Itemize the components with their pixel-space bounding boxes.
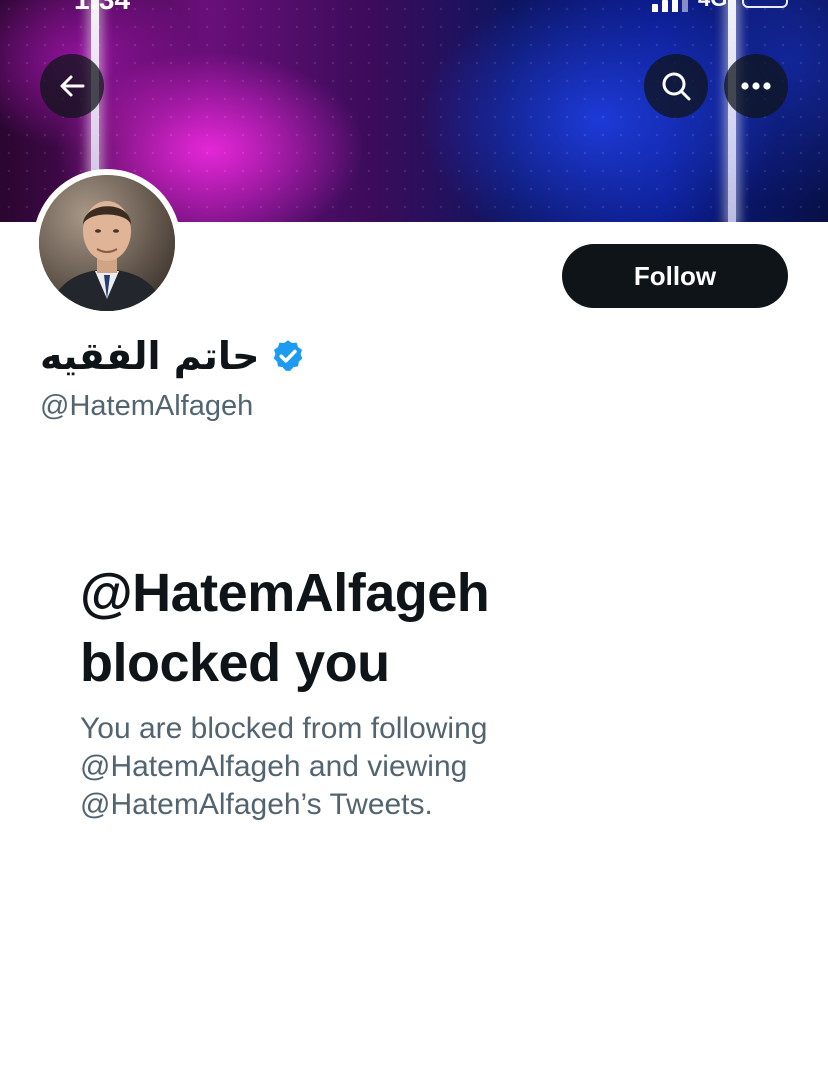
blocked-description-line-2: @HatemAlfageh and viewing: [80, 750, 468, 783]
follow-button[interactable]: Follow: [562, 244, 788, 308]
network-type: 4G: [698, 0, 727, 12]
verified-badge-icon[interactable]: [270, 338, 306, 374]
banner-light-beam-right: [728, 0, 736, 222]
blocked-description-line-3: @HatemAlfageh’s Tweets.: [80, 788, 433, 821]
battery-icon: [742, 0, 788, 8]
profile-avatar[interactable]: [33, 169, 181, 317]
more-options-button[interactable]: [724, 54, 788, 118]
more-horizontal-icon: [741, 82, 771, 90]
status-time: 1:34: [74, 0, 130, 12]
profile-name-row: حاتم الفقيه: [40, 330, 306, 382]
arrow-left-icon: [60, 75, 85, 97]
back-button[interactable]: [40, 54, 104, 118]
avatar-photo: [39, 175, 175, 311]
blocked-title-line-1: @HatemAlfageh: [80, 563, 490, 623]
avatar-portrait: [39, 175, 175, 311]
blocked-title: @HatemAlfageh blocked you: [80, 558, 760, 698]
search-button[interactable]: [644, 54, 708, 118]
profile-handle: @HatemAlfageh: [40, 390, 254, 422]
search-icon: [662, 72, 691, 101]
status-bar: 1:34 4G: [0, 0, 828, 12]
cellular-signal-icon: [652, 0, 688, 12]
blocked-title-line-2: blocked you: [80, 633, 390, 693]
blocked-description-line-1: You are blocked from following: [80, 712, 488, 745]
display-name: حاتم الفقيه: [40, 334, 260, 378]
blocked-description: You are blocked from following @HatemAlf…: [80, 710, 640, 824]
